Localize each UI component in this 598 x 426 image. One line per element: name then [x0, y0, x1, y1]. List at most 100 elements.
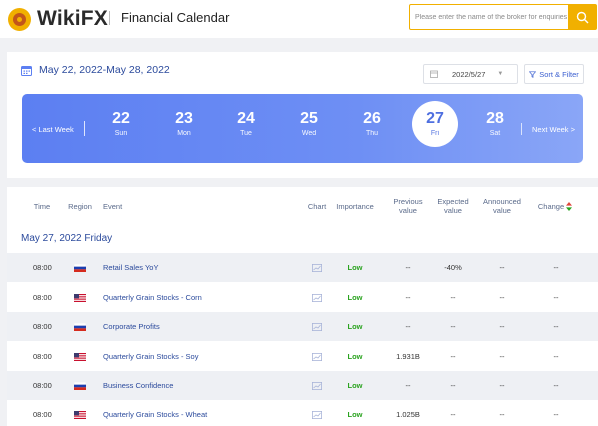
search-button[interactable]: [568, 5, 596, 29]
russia-flag-icon: [74, 263, 86, 272]
previous-cell: --: [405, 381, 411, 390]
chart-cell[interactable]: [311, 253, 323, 282]
chart-icon: [312, 293, 322, 302]
col-header-previous-line2: value: [399, 206, 417, 215]
russia-flag-icon: [74, 381, 86, 390]
day-name: Fri: [430, 130, 440, 137]
chart-icon: [312, 352, 322, 361]
event-link[interactable]: Corporate Profits: [103, 312, 160, 341]
time-cell: 08:00: [33, 322, 52, 331]
importance-cell: Low: [347, 293, 363, 302]
change-cell: --: [553, 293, 559, 302]
day-name: Mon: [177, 130, 191, 137]
region-cell: [74, 312, 86, 341]
event-link[interactable]: Quarterly Grain Stocks - Corn: [103, 283, 202, 312]
date-range: May 22, 2022-May 28, 2022: [21, 64, 170, 76]
expected-cell: --: [450, 410, 456, 419]
chart-icon: [312, 322, 322, 331]
next-week-button[interactable]: Next Week >: [532, 125, 575, 134]
chart-cell[interactable]: [311, 342, 323, 371]
week-strip: < Last Week 22 Sun 23 Mon 24 Tue 25 Wed …: [22, 94, 583, 163]
announced-cell: --: [499, 263, 505, 272]
region-cell: [74, 283, 86, 312]
time-cell: 08:00: [33, 263, 52, 272]
col-header-expected-line2: value: [444, 206, 462, 215]
col-header-event: Event: [103, 201, 123, 211]
filter-icon: [529, 70, 537, 78]
chart-icon: [312, 410, 322, 419]
event-link[interactable]: Quarterly Grain Stocks - Soy: [103, 342, 198, 371]
col-header-previous: Previous value: [387, 187, 429, 225]
announced-cell: --: [499, 293, 505, 302]
table-row[interactable]: 08:00 Quarterly Grain Stocks - Corn Low …: [7, 283, 598, 312]
wikifx-logo-icon: [8, 7, 31, 31]
col-header-region: Region: [68, 201, 92, 211]
importance-cell: Low: [347, 352, 363, 361]
chart-cell[interactable]: [311, 371, 323, 400]
sort-filter-button[interactable]: Sort & Filter: [524, 64, 584, 84]
day-name: Thu: [365, 130, 379, 137]
change-cell: --: [553, 410, 559, 419]
event-link[interactable]: Retail Sales YoY: [103, 253, 158, 282]
table-row[interactable]: 08:00 Business Confidence Low -- -- -- -…: [7, 371, 598, 400]
expected-cell: --: [450, 381, 456, 390]
col-header-previous-line1: Previous: [393, 197, 423, 206]
date-picker[interactable]: 2022/5/27 ▼: [423, 64, 518, 84]
time-cell: 08:00: [33, 293, 52, 302]
table-row[interactable]: 08:00 Quarterly Grain Stocks - Wheat Low…: [7, 400, 598, 426]
day-wed[interactable]: 25 Wed: [287, 109, 331, 139]
day-number: 22: [112, 110, 130, 127]
event-link[interactable]: Business Confidence: [103, 371, 173, 400]
day-thu[interactable]: 26 Thu: [350, 109, 394, 139]
chevron-down-icon: ▼: [497, 71, 504, 77]
wikifx-logo[interactable]: WikiFX: [8, 7, 108, 31]
day-number: 25: [300, 110, 318, 127]
calendar-icon: [21, 65, 32, 76]
importance-cell: Low: [347, 322, 363, 331]
region-cell: [74, 371, 86, 400]
strip-divider-left: [84, 121, 85, 136]
col-header-change-label: Change: [537, 201, 565, 211]
expected-cell: --: [450, 352, 456, 361]
announced-cell: --: [499, 322, 505, 331]
table-row[interactable]: 08:00 Retail Sales YoY Low -- -40% -- --: [7, 253, 598, 282]
change-cell: --: [553, 352, 559, 361]
change-cell: --: [553, 322, 559, 331]
us-flag-icon: [74, 410, 86, 419]
col-header-chart: Chart: [307, 201, 327, 211]
date-range-text: May 22, 2022-May 28, 2022: [39, 64, 170, 76]
day-number: 23: [175, 110, 193, 127]
time-cell: 08:00: [33, 352, 52, 361]
day-name: Sun: [114, 130, 128, 137]
day-fri-selected[interactable]: 27 Fri: [412, 101, 458, 147]
day-sun[interactable]: 22 Sun: [99, 109, 143, 139]
table-row[interactable]: 08:00 Corporate Profits Low -- -- -- --: [7, 312, 598, 341]
chart-cell[interactable]: [311, 283, 323, 312]
change-cell: --: [553, 263, 559, 272]
previous-cell: 1.025B: [396, 410, 420, 419]
day-sat[interactable]: 28 Sat: [473, 109, 517, 139]
table-row[interactable]: 08:00 Quarterly Grain Stocks - Soy Low 1…: [7, 342, 598, 371]
col-header-importance: Importance: [336, 201, 374, 211]
day-mon[interactable]: 23 Mon: [162, 109, 206, 139]
sort-icon: [566, 201, 573, 211]
day-number: 26: [363, 110, 381, 127]
calendar-small-icon: [430, 70, 438, 78]
col-header-change[interactable]: Change: [535, 187, 575, 225]
chart-cell[interactable]: [311, 312, 323, 341]
event-link[interactable]: Quarterly Grain Stocks - Wheat: [103, 400, 207, 426]
calendar-panel: May 22, 2022-May 28, 2022 2022/5/27 ▼ So…: [7, 52, 598, 178]
day-number: 28: [486, 110, 504, 127]
chart-cell[interactable]: [311, 400, 323, 426]
search-input[interactable]: [410, 5, 568, 29]
logo-wordmark: WikiFX: [37, 7, 109, 30]
col-header-time: Time: [33, 201, 51, 211]
day-tue[interactable]: 24 Tue: [224, 109, 268, 139]
last-week-button[interactable]: < Last Week: [32, 125, 74, 134]
day-name: Sat: [489, 130, 501, 137]
us-flag-icon: [74, 352, 86, 361]
region-cell: [74, 400, 86, 426]
day-name: Tue: [240, 130, 252, 137]
day-number: 24: [237, 110, 255, 127]
announced-cell: --: [499, 352, 505, 361]
